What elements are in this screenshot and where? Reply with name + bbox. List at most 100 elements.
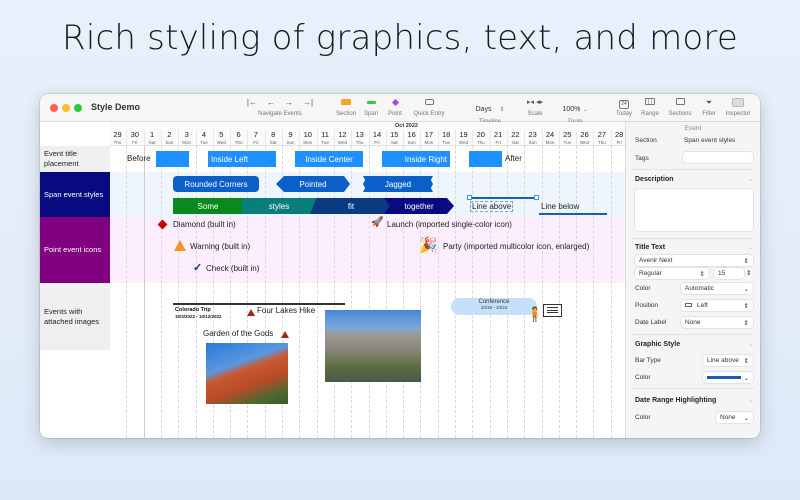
chevron-down-icon[interactable]: ⌄ xyxy=(748,244,753,251)
event-diamond: Diamond (built in) xyxy=(173,220,236,229)
inspector-tab-event[interactable]: Event xyxy=(626,122,760,132)
chevron-down-icon[interactable]: ⌄ xyxy=(748,397,753,404)
date-label-select[interactable]: None ⇕ xyxy=(681,317,753,328)
quick-entry-button[interactable]: Quick Entry xyxy=(409,98,449,117)
resize-handle[interactable] xyxy=(467,195,472,200)
event-after-bar[interactable] xyxy=(469,151,502,167)
point-label: Point xyxy=(388,111,402,117)
party-popper-icon[interactable]: 🎉 xyxy=(419,236,438,254)
event-fit[interactable]: fit xyxy=(310,198,392,214)
garden-of-the-gods-photo[interactable] xyxy=(206,343,288,404)
section-label-point-icons[interactable]: Point event icons xyxy=(40,217,110,283)
toolbar: Style Demo |← ← → →| Navigate Events Sec… xyxy=(40,94,760,125)
description-textarea[interactable] xyxy=(635,189,753,231)
line-above-bar xyxy=(469,197,537,199)
ruler-day: 29 Thu xyxy=(110,130,126,145)
font-weight-select[interactable]: Regular ⇕ xyxy=(635,268,709,279)
day-number: 21 xyxy=(493,130,503,139)
section-label-title-placement[interactable]: Event title placement xyxy=(40,146,110,172)
font-size-input[interactable]: 15 xyxy=(714,268,744,279)
event-inside-left[interactable]: Inside Left xyxy=(208,151,276,167)
resize-handle[interactable] xyxy=(534,195,539,200)
graphic-color-select[interactable]: ⌄ xyxy=(703,372,753,383)
presenter-icon: 🧍 xyxy=(526,306,544,322)
first-event-icon[interactable]: |← xyxy=(247,98,257,108)
close-window-button[interactable] xyxy=(50,104,58,112)
section-icon xyxy=(341,99,351,105)
event-styles[interactable]: styles xyxy=(241,198,317,214)
point-icon xyxy=(391,98,399,107)
weekday: Fri xyxy=(132,140,138,145)
event-jagged[interactable]: Jagged xyxy=(363,176,433,192)
next-event-icon[interactable]: → xyxy=(285,98,293,108)
hike-marker-icon[interactable] xyxy=(247,309,255,316)
section-label-span-styles[interactable]: Span event styles xyxy=(40,172,110,217)
scale-up-icon[interactable]: ◂▸ xyxy=(536,99,543,106)
previous-event-icon[interactable]: ← xyxy=(267,98,275,108)
presentation-board-icon xyxy=(543,304,562,317)
font-family-select[interactable]: Avenir Next ⇕ xyxy=(635,255,753,266)
scale-down-icon[interactable]: ▸◂ xyxy=(527,99,534,106)
garden-marker-icon[interactable] xyxy=(281,331,289,338)
font-size-stepper[interactable]: ⇕ xyxy=(746,269,751,277)
section-field-label: Section xyxy=(635,137,657,144)
weekday: Sat xyxy=(148,140,156,145)
sections-button[interactable]: Sections xyxy=(665,98,695,117)
day-number: 19 xyxy=(459,130,468,139)
event-line-below[interactable] xyxy=(539,213,607,215)
chevron-down-icon: ⌄ xyxy=(583,107,588,113)
event-rounded-corners[interactable]: Rounded Corners xyxy=(173,176,259,192)
timeline-canvas: Before Inside Left Inside Center Inside … xyxy=(110,146,625,438)
today-button[interactable]: 24 Today xyxy=(614,98,634,117)
event-conference[interactable]: Conference 10/19 - 10/23 xyxy=(451,298,537,315)
event-some[interactable]: Some xyxy=(173,198,243,214)
add-section-button[interactable]: Section xyxy=(335,98,357,117)
event-warning: Warning (built in) xyxy=(190,242,251,251)
zoom-select[interactable]: 100%⌄ Zoom xyxy=(558,98,592,125)
ruler-day: 30 Fri xyxy=(126,130,143,145)
event-inside-center[interactable]: Inside Center xyxy=(295,151,363,167)
range-color-select[interactable]: None ⌄ xyxy=(716,412,753,423)
scale-control[interactable]: ▸◂ ◂▸ Scale xyxy=(520,98,550,117)
filter-button[interactable]: ⏷ Filter xyxy=(700,98,718,117)
event-inside-right[interactable]: Inside Right xyxy=(382,151,450,167)
range-button[interactable]: Range xyxy=(639,98,661,117)
add-span-button[interactable]: Span xyxy=(362,98,380,117)
graphic-color-label: Color xyxy=(635,374,651,381)
conference-dates: 10/19 - 10/23 xyxy=(480,305,508,310)
chevron-down-icon: ⌄ xyxy=(743,414,749,422)
gridline xyxy=(437,146,439,438)
zoom-window-button[interactable] xyxy=(74,104,82,112)
chevron-down-icon[interactable]: ⌄ xyxy=(748,176,753,183)
weekday: Sun xyxy=(165,140,174,145)
range-color-value: None xyxy=(720,414,736,421)
warning-icon[interactable] xyxy=(174,240,186,251)
colorado-trip-bar[interactable] xyxy=(173,303,345,305)
inspector-button[interactable]: Inspector xyxy=(723,98,753,117)
timeline-select[interactable]: Days⇕ Timeline xyxy=(468,98,512,125)
event-pointed[interactable]: Pointed xyxy=(276,176,350,192)
headline: Rich styling of graphics, text, and more xyxy=(62,18,738,58)
check-icon[interactable]: ✓ xyxy=(193,261,202,274)
event-before-bar[interactable] xyxy=(156,151,189,167)
event-line-above[interactable]: Line above xyxy=(467,195,539,213)
section-label-images[interactable]: Events with attached images xyxy=(40,283,110,350)
day-number: 1 xyxy=(150,130,155,139)
tags-input[interactable] xyxy=(683,152,753,163)
four-lakes-hike-photo[interactable] xyxy=(325,310,421,382)
title-color-select[interactable]: Automatic ⌄ xyxy=(681,283,753,294)
ruler-day: 13 Thu xyxy=(351,130,368,145)
ruler-day: 4 Tue xyxy=(196,130,213,145)
last-event-icon[interactable]: →| xyxy=(303,98,313,108)
bar-type-value: Line above xyxy=(707,357,739,364)
add-point-button[interactable]: Point xyxy=(385,98,405,117)
app-window: Style Demo |← ← → →| Navigate Events Sec… xyxy=(40,94,760,438)
position-select[interactable]: Left ⇕ xyxy=(681,300,753,311)
chevron-down-icon[interactable]: ⌄ xyxy=(748,341,753,348)
event-together[interactable]: together xyxy=(384,198,454,214)
weekday: Fri xyxy=(495,140,501,145)
minimize-window-button[interactable] xyxy=(62,104,70,112)
rocket-icon[interactable]: 🚀 xyxy=(371,217,383,228)
bar-type-select[interactable]: Line above ⇕ xyxy=(703,355,753,366)
range-label: Range xyxy=(641,111,659,117)
